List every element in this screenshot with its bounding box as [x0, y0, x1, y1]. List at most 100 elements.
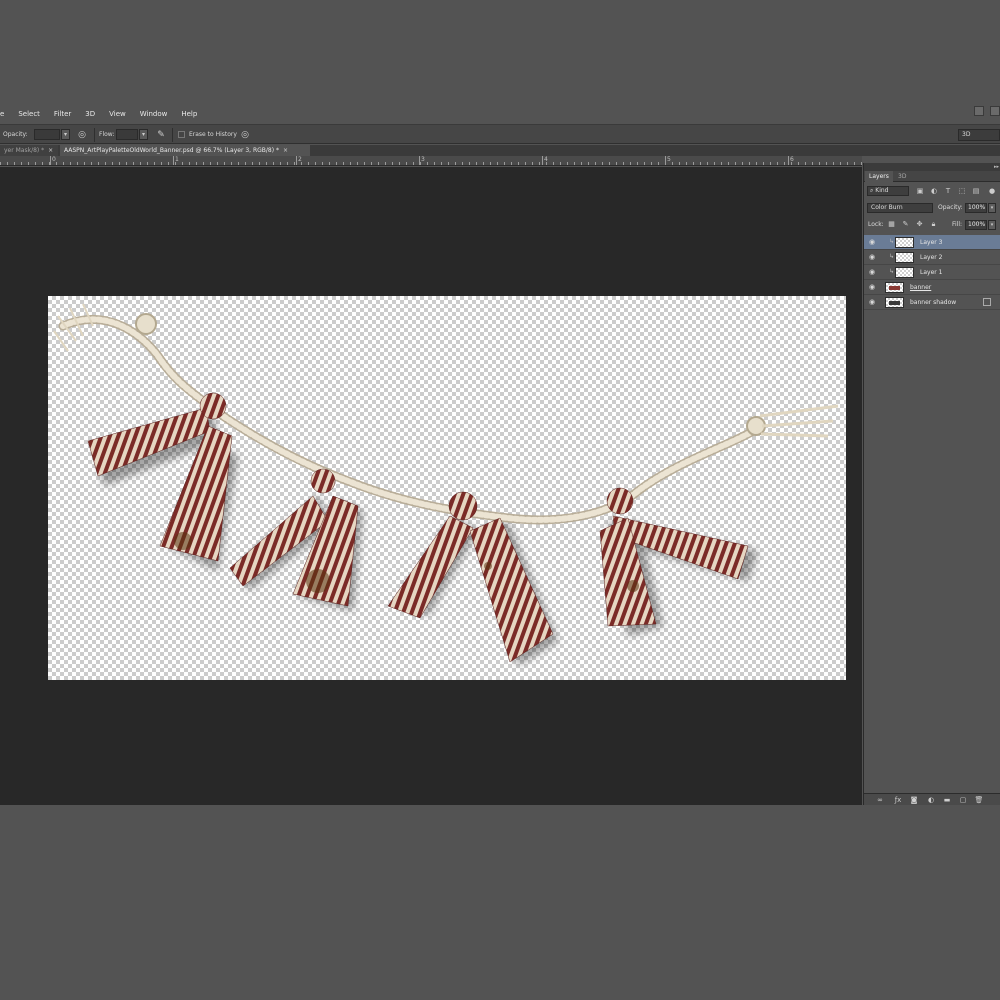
layer-row-layer-2[interactable]: ◉ ↳ Layer 2: [864, 250, 1000, 265]
type-filter-icon[interactable]: T: [944, 187, 952, 195]
workspace-select[interactable]: 3D: [958, 129, 1000, 141]
filter-toggle-icon[interactable]: ●: [988, 187, 996, 195]
ruler-tick: [161, 162, 162, 165]
menu-select[interactable]: Select: [11, 110, 47, 118]
airbrush-icon[interactable]: ✎: [155, 129, 167, 141]
eye-icon[interactable]: ◉: [869, 284, 877, 291]
layer-name[interactable]: Layer 3: [920, 239, 942, 246]
new-layer-icon[interactable]: ▢: [958, 796, 968, 804]
layer-row-layer-3[interactable]: ◉ ↳ Layer 3: [864, 235, 1000, 250]
close-icon[interactable]: ×: [48, 147, 53, 154]
eye-icon[interactable]: ◉: [869, 299, 877, 306]
collapse-panel-icon[interactable]: ▸▸: [994, 164, 999, 170]
filter-kind-select[interactable]: ⌕ Kind: [867, 186, 909, 196]
layer-name[interactable]: Layer 1: [920, 269, 942, 276]
eye-icon[interactable]: ◉: [869, 269, 877, 276]
tab-layers[interactable]: Layers: [865, 171, 893, 182]
layers-list: ◉ ↳ Layer 3 ◉ ↳ Layer 2 ◉ ↳ Layer 1 ◉ ba…: [864, 235, 1000, 310]
layer-name[interactable]: banner: [910, 284, 931, 291]
new-group-icon[interactable]: ▬: [942, 796, 952, 804]
lock-all-icon[interactable]: 🔒︎: [929, 220, 938, 229]
clipping-arrow-icon: ↳: [889, 253, 895, 260]
ruler-tick: [112, 162, 113, 165]
eye-icon[interactable]: ◉: [869, 239, 877, 246]
ruler-tick: [588, 162, 589, 165]
ruler-label: 5: [667, 156, 671, 163]
ruler-label: 6: [790, 156, 794, 163]
lock-row: Lock: ▦ ✎ ✥ 🔒︎ Fill: 100% ▾: [864, 217, 1000, 232]
layer-name[interactable]: Layer 2: [920, 254, 942, 261]
ruler-tick: [126, 162, 127, 165]
erase-to-history-checkbox[interactable]: [178, 131, 185, 138]
layer-row-layer-1[interactable]: ◉ ↳ Layer 1: [864, 265, 1000, 280]
link-layers-icon[interactable]: ∞: [875, 796, 885, 804]
tab-3d[interactable]: 3D: [894, 171, 910, 182]
menu-view[interactable]: View: [102, 110, 133, 118]
flow-input[interactable]: [116, 129, 138, 140]
ruler-tick: [532, 162, 533, 165]
restore-button[interactable]: [990, 106, 1000, 116]
menu-3d[interactable]: 3D: [78, 110, 102, 118]
layers-panel-footer: ∞ ƒx ◙ ◐ ▬ ▢ 🗑︎: [864, 793, 1000, 805]
lock-transparency-icon[interactable]: ▦: [887, 220, 896, 229]
ruler-tick: [525, 162, 526, 165]
tab-banner-document[interactable]: AASPN_ArtPlayPaletteOldWorld_Banner.psd …: [60, 145, 310, 156]
ruler-tick: [98, 162, 99, 165]
opacity-label: Opacity:: [3, 131, 28, 138]
ruler-tick: [63, 162, 64, 165]
blend-mode-select[interactable]: Color Burn: [867, 203, 933, 213]
fill-dropdown[interactable]: ▾: [988, 220, 996, 230]
canvas-area[interactable]: [0, 167, 862, 805]
kind-value: Kind: [875, 187, 889, 194]
ruler-tick: [784, 162, 785, 165]
menu-edit[interactable]: e: [0, 110, 11, 118]
banner-thumb-content: [889, 286, 900, 290]
layer-thumbnail: [895, 237, 914, 248]
flow-dropdown[interactable]: ▾: [139, 129, 148, 140]
adjustment-filter-icon[interactable]: ◐: [930, 187, 938, 195]
ruler-tick: [462, 162, 463, 165]
ruler-tick: [714, 162, 715, 165]
fill-input[interactable]: 100%: [965, 220, 987, 230]
menu-filter[interactable]: Filter: [47, 110, 78, 118]
ruler-tick: [560, 162, 561, 165]
close-icon[interactable]: ×: [283, 147, 288, 154]
ruler-tick: [294, 162, 295, 165]
horizontal-ruler[interactable]: 0 1 2 3 4 5 6: [0, 156, 862, 166]
ruler-tick: [119, 162, 120, 165]
pressure-size-icon[interactable]: ◎: [239, 129, 251, 141]
ruler-tick: [210, 162, 211, 165]
ruler-tick: [630, 162, 631, 165]
ruler-tick: [567, 162, 568, 165]
ruler-tick: [644, 162, 645, 165]
tab-layer-mask[interactable]: yer Mask/8) * ×: [0, 145, 58, 156]
ruler-tick: [770, 162, 771, 165]
menu-window[interactable]: Window: [133, 110, 175, 118]
document-canvas[interactable]: [48, 296, 846, 680]
lock-position-icon[interactable]: ✥: [915, 220, 924, 229]
minimize-button[interactable]: [974, 106, 984, 116]
ruler-tick: [399, 162, 400, 165]
opacity-input[interactable]: 100%: [965, 203, 987, 213]
menu-help[interactable]: Help: [174, 110, 204, 118]
adjustment-layer-icon[interactable]: ◐: [926, 796, 936, 804]
add-mask-icon[interactable]: ◙: [909, 796, 919, 804]
opacity-input[interactable]: [34, 129, 60, 140]
shape-filter-icon[interactable]: ⬚: [958, 187, 966, 195]
layer-row-banner-shadow[interactable]: ◉ banner shadow: [864, 295, 1000, 310]
ruler-tick: [343, 162, 344, 165]
pressure-opacity-icon[interactable]: ◎: [76, 129, 88, 141]
layer-row-banner[interactable]: ◉ banner: [864, 280, 1000, 295]
fx-icon[interactable]: ƒx: [893, 796, 903, 804]
layer-name[interactable]: banner shadow: [910, 299, 956, 306]
eye-icon[interactable]: ◉: [869, 254, 877, 261]
lock-image-icon[interactable]: ✎: [901, 220, 910, 229]
ruler-tick: [42, 162, 43, 165]
opacity-dropdown[interactable]: ▾: [61, 129, 70, 140]
ruler-label: 0: [52, 156, 56, 163]
smart-object-filter-icon[interactable]: ▤: [972, 187, 980, 195]
opacity-dropdown[interactable]: ▾: [988, 203, 996, 213]
delete-layer-icon[interactable]: 🗑︎: [974, 796, 984, 804]
ruler-tick: [728, 162, 729, 165]
pixel-filter-icon[interactable]: ▣: [916, 187, 924, 195]
